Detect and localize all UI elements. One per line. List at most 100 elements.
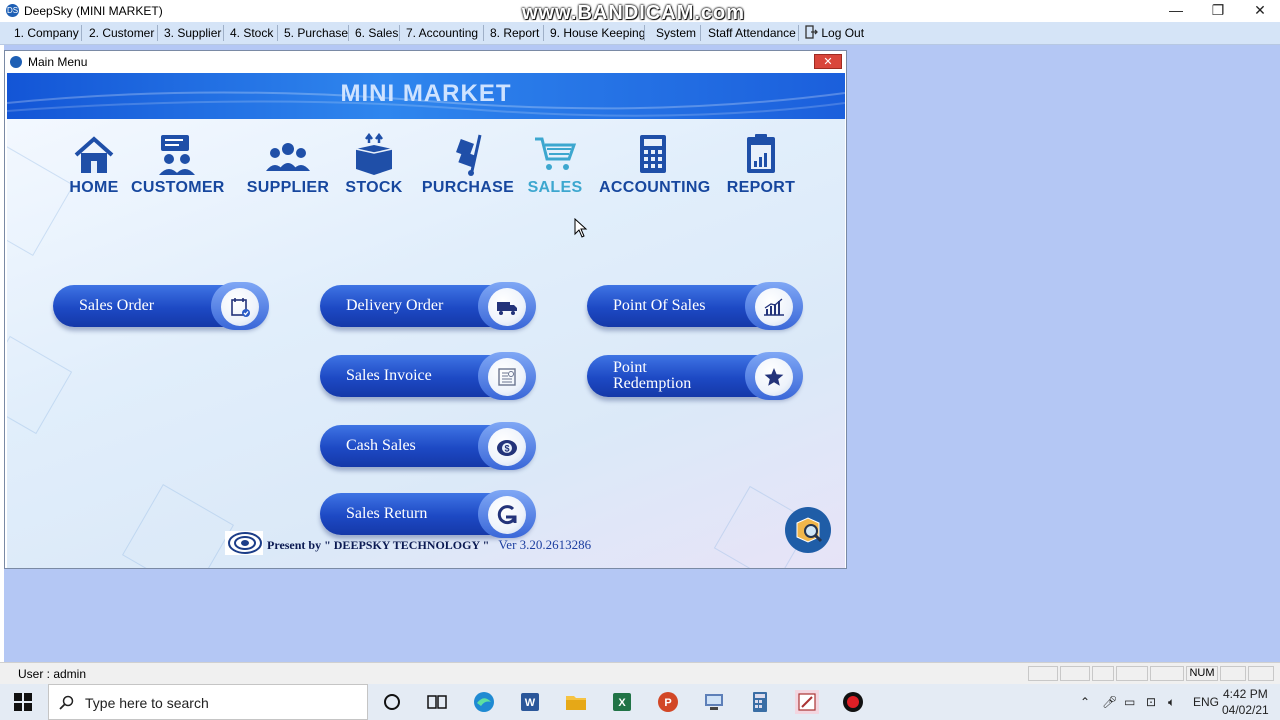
bandicam-record-icon[interactable] — [841, 690, 865, 714]
menu-separator — [798, 25, 799, 41]
menu-house-keeping[interactable]: 9. House Keeping — [550, 22, 645, 44]
invoice-icon — [488, 358, 526, 396]
nav-stock[interactable]: STOCK — [343, 133, 405, 197]
nav-home[interactable]: HOME — [61, 133, 127, 197]
banner-title: MINI MARKET — [340, 80, 512, 107]
excel-icon[interactable]: X — [610, 690, 634, 714]
edge-browser-icon[interactable] — [472, 690, 496, 714]
windows-taskbar: Type here to search W X P ⌃ 🎤︎ ▭ ⊡ 🔈︎ EN… — [0, 684, 1280, 720]
menu-logout[interactable]: Log Out — [804, 22, 864, 44]
calculator-icon — [640, 135, 666, 173]
menu-separator — [700, 25, 701, 41]
status-cell — [1092, 666, 1114, 681]
taskbar-clock[interactable]: 4:42 PM 04/02/21 — [1222, 686, 1269, 718]
point-redemption-label-line1: Point — [613, 359, 647, 376]
menu-sales[interactable]: 6. Sales — [355, 22, 398, 44]
return-arrow-icon — [488, 496, 526, 534]
menu-separator — [483, 25, 484, 41]
nav-supplier[interactable]: SUPPLIER — [243, 133, 333, 197]
language-indicator[interactable]: ENG — [1193, 695, 1219, 709]
menu-separator — [399, 25, 400, 41]
status-user: User : admin — [18, 667, 87, 681]
version-label: Ver 3.20.2613286 — [498, 537, 592, 552]
menu-purchase[interactable]: 5. Purchase — [284, 22, 348, 44]
house-icon — [74, 136, 114, 173]
point-redemption-label-line2: Redemption — [613, 375, 692, 392]
nav-sales-label: SALES — [527, 179, 583, 196]
menu-separator — [348, 25, 349, 41]
menu-supplier[interactable]: 3. Supplier — [164, 22, 221, 44]
point-redemption-button[interactable]: Point Redemption — [587, 352, 803, 400]
windows-start-icon[interactable] — [14, 693, 32, 711]
minimize-button[interactable]: — — [1154, 0, 1198, 22]
cortana-icon[interactable] — [380, 690, 404, 714]
mouse-cursor-icon — [574, 218, 588, 238]
nav-customer[interactable]: CUSTOMER — [131, 133, 224, 197]
money-bag-icon: $ — [488, 428, 526, 466]
menu-separator — [223, 25, 224, 41]
main-menu-title: Main Menu — [28, 55, 88, 69]
word-icon[interactable]: W — [518, 690, 542, 714]
sales-order-icon — [221, 288, 259, 326]
deepsky-app-icon[interactable] — [795, 690, 819, 714]
menu-separator — [157, 25, 158, 41]
powerpoint-icon[interactable]: P — [656, 690, 680, 714]
menu-bar: 1. Company 2. Customer 3. Supplier 4. St… — [0, 22, 1280, 45]
clock-date: 04/02/21 — [1222, 703, 1269, 717]
microphone-icon[interactable]: 🎤︎ — [1102, 695, 1117, 709]
calculator-app-icon[interactable] — [748, 690, 772, 714]
status-num: NUM — [1186, 666, 1218, 681]
tray-chevron-icon[interactable]: ⌃ — [1080, 695, 1090, 709]
sales-order-button[interactable]: Sales Order — [53, 282, 269, 330]
cash-sales-label: Cash Sales — [346, 437, 416, 454]
footer-present-by: Present by " DEEPSKY TECHNOLOGY " — [267, 538, 490, 552]
point-of-sales-button[interactable]: Point Of Sales — [587, 282, 803, 330]
menu-report[interactable]: 8. Report — [490, 22, 539, 44]
delivery-order-button[interactable]: Delivery Order — [320, 282, 536, 330]
nav-home-label: HOME — [69, 179, 119, 196]
nav-report[interactable]: REPORT — [725, 133, 797, 197]
sales-invoice-label: Sales Invoice — [346, 367, 432, 384]
logout-icon — [805, 25, 818, 39]
restore-button[interactable]: ❐ — [1196, 0, 1240, 22]
box-magnifier-icon — [796, 517, 823, 543]
file-explorer-icon[interactable] — [564, 690, 588, 714]
menu-separator — [644, 25, 645, 41]
nav-sales[interactable]: SALES — [525, 133, 585, 197]
menu-customer[interactable]: 2. Customer — [89, 22, 154, 44]
nav-accounting-label: ACCOUNTING — [599, 179, 711, 196]
settings-search-button[interactable] — [785, 507, 831, 553]
nav-stock-label: STOCK — [345, 179, 403, 196]
report-clipboard-icon — [747, 134, 775, 173]
window-icon — [10, 56, 22, 68]
menu-accounting[interactable]: 7. Accounting — [406, 22, 478, 44]
menu-separator — [543, 25, 544, 41]
status-cell — [1220, 666, 1246, 681]
cash-sales-button[interactable]: Cash Sales $ — [320, 422, 536, 470]
nav-purchase[interactable]: PURCHASE — [421, 133, 515, 197]
menu-company[interactable]: 1. Company — [14, 22, 79, 44]
close-button[interactable]: ✕ — [1238, 0, 1280, 22]
volume-icon[interactable]: 🔈︎ — [1168, 695, 1175, 710]
main-menu-close-button[interactable]: ✕ — [814, 54, 842, 69]
task-view-icon[interactable] — [425, 690, 449, 714]
taskbar-search-box[interactable]: Type here to search — [48, 684, 368, 720]
delivery-truck-icon — [488, 288, 526, 326]
menu-staff-attendance[interactable]: Staff Attendance — [708, 22, 796, 44]
point-of-sales-label: Point Of Sales — [613, 297, 706, 314]
sales-invoice-button[interactable]: Sales Invoice — [320, 352, 536, 400]
network-computer-icon[interactable] — [702, 690, 726, 714]
nav-supplier-label: SUPPLIER — [246, 179, 330, 196]
nav-accounting[interactable]: ACCOUNTING — [599, 133, 711, 197]
menu-system[interactable]: System — [656, 22, 696, 44]
supplier-icon — [266, 143, 310, 171]
app-logo-icon: DS — [6, 4, 19, 17]
clock-time: 4:42 PM — [1223, 687, 1268, 701]
battery-icon[interactable]: ▭ — [1124, 695, 1135, 709]
network-icon[interactable]: ⊡ — [1146, 695, 1156, 709]
menu-logout-label: Log Out — [821, 26, 865, 40]
menu-stock[interactable]: 4. Stock — [230, 22, 273, 44]
taskbar-search-placeholder: Type here to search — [85, 695, 209, 711]
sales-return-button[interactable]: Sales Return — [320, 490, 536, 538]
stock-box-icon — [355, 133, 393, 175]
